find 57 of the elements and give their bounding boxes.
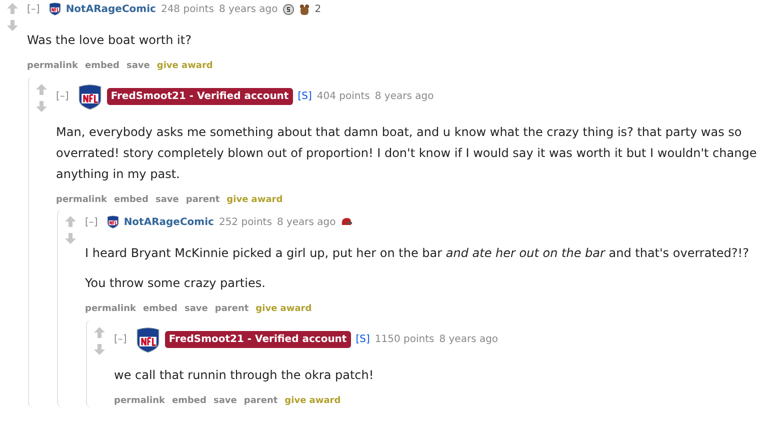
action-link[interactable]: embed bbox=[85, 60, 120, 74]
submitter-mark: [S] bbox=[356, 333, 370, 347]
score: 1150 points bbox=[374, 333, 434, 347]
action-link[interactable]: parent bbox=[186, 194, 220, 207]
action-link[interactable]: embed bbox=[114, 194, 148, 207]
helmet-icon bbox=[340, 217, 352, 227]
action-link[interactable]: permalink bbox=[56, 194, 107, 207]
upvote-icon[interactable] bbox=[65, 216, 76, 227]
collapse-toggle[interactable]: [–] bbox=[27, 2, 40, 16]
collapse-toggle[interactable]: [–] bbox=[114, 332, 127, 347]
score: 248 points bbox=[160, 2, 214, 16]
award-count: 2 bbox=[314, 2, 322, 16]
action-link[interactable]: permalink bbox=[27, 60, 78, 74]
comment-text: we call that runnin through the okra patch! bbox=[114, 366, 375, 384]
downvote-icon[interactable] bbox=[94, 344, 105, 354]
action-link[interactable]: save bbox=[213, 394, 237, 408]
author-link[interactable]: NotARageComic bbox=[66, 2, 156, 16]
action-link[interactable]: embed bbox=[172, 394, 206, 408]
timestamp: 8 years ago bbox=[374, 90, 434, 104]
collapse-toggle[interactable]: [–] bbox=[56, 89, 69, 104]
comment-text: Man, everybody asks me something about that damn boat, and u know what the crazy thing is? that party was so overrated! story completely blown out of proportion! I don't know if I would say it was worth it but I wouldn't change anything in my past. bbox=[56, 124, 758, 182]
upvote-icon[interactable] bbox=[36, 84, 47, 94]
give-award-link[interactable]: give award bbox=[156, 60, 213, 74]
comment-text: I heard Bryant McKinnie picked a girl up, put her on the bar and ate her out on the bar and that's overrated?!? bbox=[85, 245, 750, 262]
timestamp: 8 years ago bbox=[439, 333, 498, 347]
action-link[interactable]: save bbox=[126, 60, 150, 74]
author-link[interactable]: NotARageComic bbox=[124, 214, 214, 230]
upvote-icon[interactable] bbox=[94, 326, 105, 338]
collapse-toggle[interactable]: [–] bbox=[85, 214, 98, 230]
score: 252 points bbox=[218, 216, 272, 230]
action-link[interactable]: parent bbox=[214, 303, 249, 316]
action-link[interactable]: save bbox=[155, 194, 179, 207]
give-award-link[interactable]: give award bbox=[284, 394, 341, 408]
score: 404 points bbox=[316, 90, 370, 104]
give-award-link[interactable]: give award bbox=[226, 194, 283, 207]
author-link[interactable]: FredSmoot21 - Verified account bbox=[106, 88, 293, 105]
action-link[interactable]: save bbox=[184, 303, 208, 316]
timestamp: 8 years ago bbox=[276, 216, 336, 230]
shield-logo-icon bbox=[106, 215, 119, 229]
submitter-mark: [S] bbox=[298, 90, 312, 104]
timestamp: 8 years ago bbox=[218, 2, 278, 16]
action-link[interactable]: embed bbox=[143, 303, 178, 316]
downvote-icon[interactable] bbox=[36, 100, 47, 112]
shield-logo-icon bbox=[78, 82, 102, 110]
comment-text: Was the love boat worth it? bbox=[27, 32, 192, 49]
coin-icon bbox=[282, 4, 294, 14]
author-link[interactable]: FredSmoot21 - Verified account bbox=[164, 331, 351, 348]
action-link[interactable]: permalink bbox=[85, 303, 136, 316]
action-link[interactable]: parent bbox=[244, 394, 278, 408]
action-link[interactable]: permalink bbox=[114, 394, 165, 408]
upvote-icon[interactable] bbox=[7, 3, 18, 14]
downvote-icon[interactable] bbox=[7, 20, 18, 31]
bear-icon bbox=[298, 4, 310, 14]
comment-text: You throw some crazy parties. bbox=[85, 275, 266, 292]
give-award-link[interactable]: give award bbox=[256, 303, 312, 316]
downvote-icon[interactable] bbox=[65, 233, 76, 244]
shield-logo-icon bbox=[136, 326, 160, 354]
